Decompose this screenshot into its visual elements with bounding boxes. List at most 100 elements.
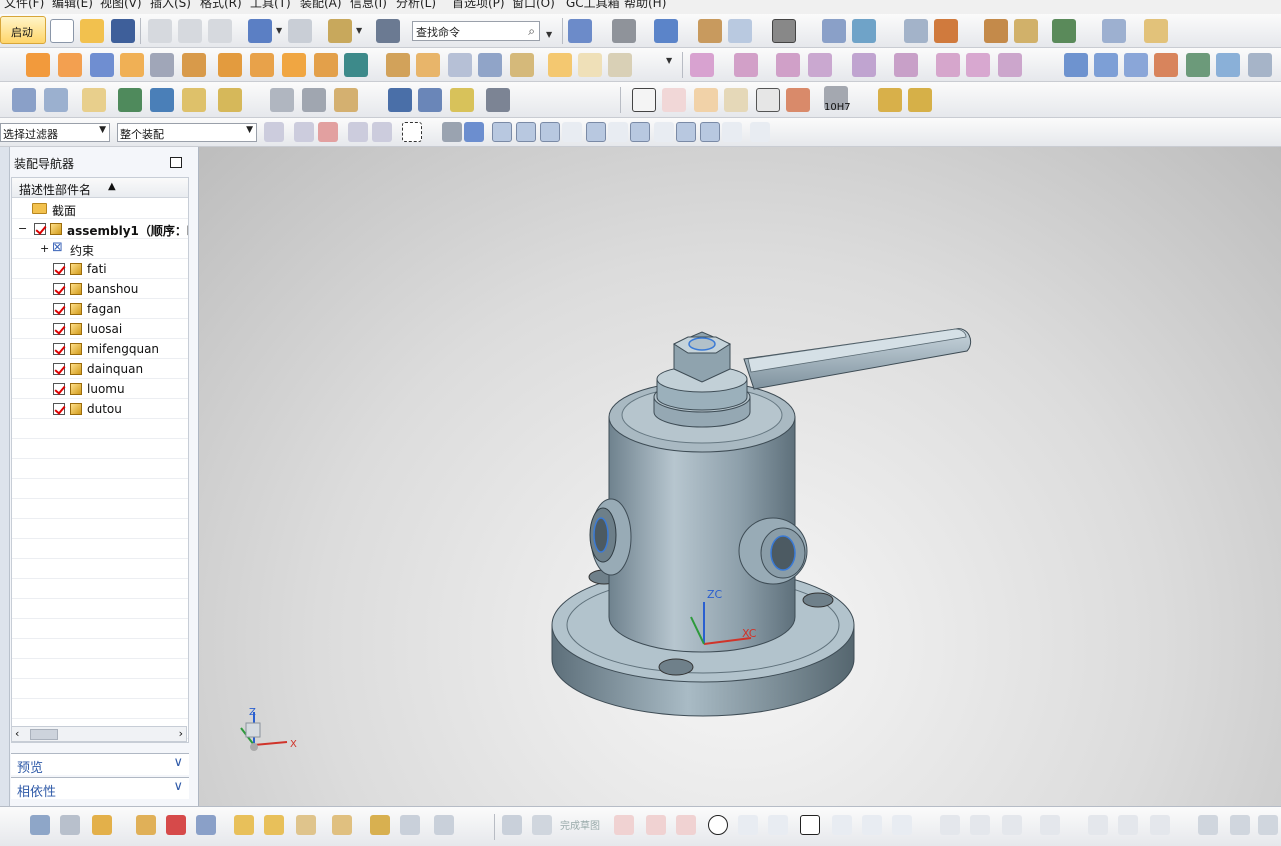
column-header[interactable]: 描述性部件名 ▲ [12, 178, 188, 198]
align-icon[interactable] [234, 815, 254, 835]
profile-icon[interactable] [614, 815, 634, 835]
paste-icon[interactable] [208, 19, 232, 43]
maximize-icon[interactable] [170, 157, 182, 168]
start-button[interactable]: 启动 [0, 16, 46, 44]
search-icon[interactable]: ⌕ [528, 24, 535, 39]
edit-parameters-icon[interactable] [150, 88, 174, 112]
background-icon[interactable] [772, 19, 796, 43]
undo-icon[interactable] [248, 19, 272, 43]
chamfer-icon[interactable] [448, 53, 472, 77]
pad-icon[interactable] [218, 53, 242, 77]
rectangle-icon[interactable] [800, 815, 820, 835]
scroll-right-icon[interactable]: › [179, 727, 183, 740]
point-icon[interactable] [862, 815, 882, 835]
visibility-checkbox[interactable] [53, 303, 65, 315]
polyline-icon[interactable] [832, 815, 852, 835]
boss-icon[interactable] [182, 53, 206, 77]
tree-node-part[interactable]: dutou [12, 399, 188, 419]
route-icon[interactable] [434, 815, 454, 835]
visibility-checkbox[interactable] [53, 403, 65, 415]
gear-icon[interactable] [486, 88, 510, 112]
menu-view[interactable]: 视图(V) [100, 0, 142, 11]
table-icon[interactable] [662, 88, 686, 112]
tree-node-part[interactable]: luomu [12, 379, 188, 399]
mid-point-icon[interactable] [540, 122, 560, 142]
menu-analysis[interactable]: 分析(L) [396, 0, 436, 11]
unite-icon[interactable] [314, 53, 338, 77]
left-port[interactable] [589, 498, 632, 576]
circle-center-icon[interactable] [630, 122, 650, 142]
swept-icon[interactable] [1124, 53, 1148, 77]
tree-node-part[interactable]: fagan [12, 299, 188, 319]
ruled-surface-icon[interactable] [1216, 53, 1240, 77]
wire-icon[interactable] [400, 815, 420, 835]
quadrant-icon[interactable] [654, 122, 674, 142]
menu-assembly[interactable]: 装配(A) [300, 0, 342, 11]
visibility-checkbox[interactable] [53, 383, 65, 395]
move-component-icon[interactable] [822, 19, 846, 43]
add-component-icon[interactable] [92, 815, 112, 835]
replace-component-icon[interactable] [776, 53, 800, 77]
bounding-box-icon[interactable] [750, 122, 770, 142]
select-component-icon[interactable] [442, 122, 462, 142]
extract-geometry-icon[interactable] [182, 88, 206, 112]
distance-icon[interactable] [264, 815, 284, 835]
make-corner-icon[interactable] [1002, 815, 1022, 835]
collapse-icon[interactable]: − [18, 222, 27, 235]
graphics-viewport[interactable]: ZC XC Z X [199, 147, 1281, 806]
arc-center-icon[interactable] [608, 122, 628, 142]
layer-category-icon[interactable] [44, 88, 68, 112]
redo-icon[interactable] [288, 19, 312, 43]
layer-icon[interactable] [12, 88, 36, 112]
parallel-icon[interactable] [332, 815, 352, 835]
snap-point-icon[interactable] [492, 122, 512, 142]
fix-icon[interactable] [296, 815, 316, 835]
surface-icon[interactable] [1064, 53, 1088, 77]
new-file-icon[interactable] [50, 19, 74, 43]
abc-text-icon[interactable] [218, 88, 242, 112]
save-icon[interactable] [111, 19, 135, 43]
tree-node-part[interactable]: fati [12, 259, 188, 279]
valve-assembly-model[interactable]: ZC XC Z X [199, 147, 1281, 806]
visibility-checkbox[interactable] [53, 283, 65, 295]
visibility-checkbox[interactable] [53, 323, 65, 335]
assembly-view-icon[interactable] [30, 815, 50, 835]
repeat-command-icon[interactable] [328, 19, 352, 43]
open-folder-icon[interactable] [80, 19, 104, 43]
intersection-icon[interactable] [586, 122, 606, 142]
select-box-icon[interactable] [318, 122, 338, 142]
note-icon[interactable] [756, 88, 780, 112]
visibility-checkbox[interactable] [53, 263, 65, 275]
studio-surface-icon[interactable] [1154, 53, 1178, 77]
revolve-icon[interactable] [58, 53, 82, 77]
tree-node-part[interactable]: dainquan [12, 359, 188, 379]
draft-icon[interactable] [510, 53, 534, 77]
relations-browser-icon[interactable] [1230, 815, 1250, 835]
shaded-icon[interactable] [612, 19, 636, 43]
arc-icon[interactable] [676, 815, 696, 835]
menu-tools[interactable]: 工具(T) [250, 0, 291, 11]
circle-icon[interactable] [708, 815, 728, 835]
tree-node-part[interactable]: luosai [12, 319, 188, 339]
component-array-icon[interactable] [852, 53, 876, 77]
surface-finish-icon[interactable] [786, 88, 810, 112]
box-select-icon[interactable] [402, 122, 422, 142]
reflect-icon[interactable] [166, 815, 186, 835]
tree-node-constraints[interactable]: + ⊠ 约束 [12, 239, 188, 259]
menu-window[interactable]: 窗口(O) [512, 0, 555, 11]
right-port[interactable] [738, 517, 808, 585]
end-point-icon[interactable] [516, 122, 536, 142]
block-icon[interactable] [90, 53, 114, 77]
visibility-checkbox[interactable] [34, 223, 46, 235]
point-on-face-icon[interactable] [722, 122, 742, 142]
expand-icon[interactable]: + [40, 242, 49, 255]
finder-dropdown-icon[interactable]: ▼ [546, 30, 552, 39]
quick-extend-icon[interactable] [970, 815, 990, 835]
visibility-checkbox[interactable] [53, 363, 65, 375]
bridge-curve-icon[interactable] [302, 88, 326, 112]
edit-select-icon[interactable] [372, 122, 392, 142]
add-component-icon[interactable] [690, 53, 714, 77]
existing-point-icon[interactable] [676, 122, 696, 142]
horizontal-scrollbar[interactable]: ‹ › [11, 726, 187, 742]
n-sided-surface-icon[interactable] [1186, 53, 1210, 77]
